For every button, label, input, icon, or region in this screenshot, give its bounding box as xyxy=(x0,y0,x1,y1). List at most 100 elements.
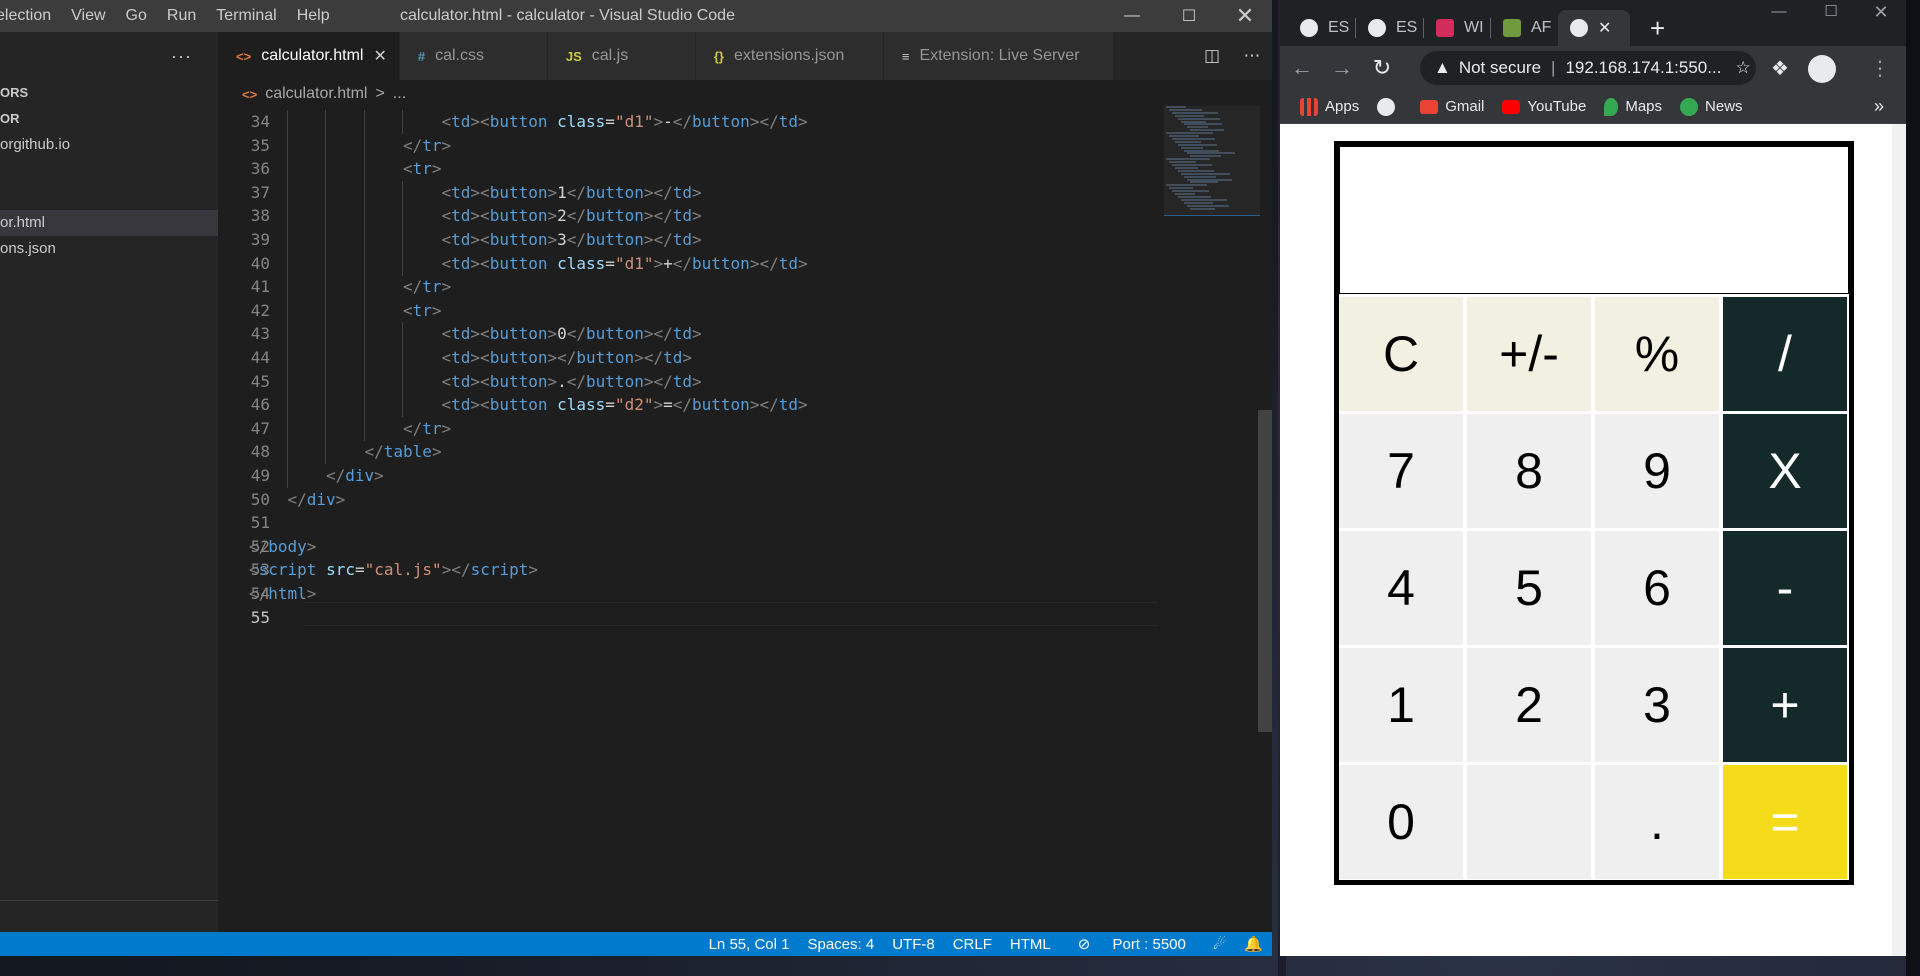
cursor-position[interactable]: Ln 55, Col 1 xyxy=(700,936,799,953)
address-bar[interactable]: ▲ Not secure | 192.168.174.1:550... ☆ xyxy=(1420,51,1756,85)
new-tab-button[interactable]: + xyxy=(1638,10,1678,46)
menu-selection[interactable]: election xyxy=(0,0,61,32)
calc-key[interactable]: C xyxy=(1339,297,1463,411)
calc-key[interactable] xyxy=(1467,765,1591,879)
explorer-item-folder[interactable]: orgithub.io xyxy=(0,132,218,158)
split-editor-icon[interactable]: ◫ xyxy=(1192,46,1232,66)
calc-key[interactable]: / xyxy=(1723,297,1847,411)
calc-key[interactable]: +/- xyxy=(1467,297,1591,411)
bookmark-youtube[interactable]: YouTube xyxy=(1502,98,1586,115)
url-text[interactable]: 192.168.174.1:550... xyxy=(1565,58,1721,78)
browser-tab[interactable]: AF xyxy=(1491,10,1553,46)
calc-key[interactable]: 6 xyxy=(1595,531,1719,645)
tab-live-server[interactable]: ≡ Extension: Live Server xyxy=(883,32,1114,80)
bookmark-news[interactable]: News xyxy=(1680,97,1743,116)
code-line[interactable]: 51 xyxy=(218,511,1158,535)
code-line[interactable]: 50 </div> xyxy=(218,488,1158,512)
avatar[interactable] xyxy=(1808,55,1836,83)
code-line[interactable]: 49 </div> xyxy=(218,464,1158,488)
minimap-viewport[interactable] xyxy=(1164,106,1260,216)
menu-view[interactable]: View xyxy=(61,0,115,32)
browser-tab[interactable]: ES xyxy=(1356,10,1418,46)
browser-tab[interactable]: ES xyxy=(1288,10,1350,46)
maximize-icon[interactable]: ☐ xyxy=(1166,0,1212,32)
tab-cal-js[interactable]: JS cal.js xyxy=(547,32,696,80)
code-line[interactable]: 54 </html> xyxy=(218,582,1158,606)
calc-key[interactable]: % xyxy=(1595,297,1719,411)
code-line[interactable]: 47 </tr> xyxy=(218,417,1158,441)
code-line[interactable]: 52 </body> xyxy=(218,535,1158,559)
code-line[interactable]: 53 <script src="cal.js"></script> xyxy=(218,558,1158,582)
notifications-icon[interactable]: 🔔 xyxy=(1235,935,1272,953)
explorer-item[interactable] xyxy=(0,158,218,184)
calc-key[interactable]: 8 xyxy=(1467,414,1591,528)
calc-key[interactable]: 2 xyxy=(1467,648,1591,762)
code-line[interactable]: 38 <td><button>2</button></td> xyxy=(218,204,1158,228)
more-bookmarks-icon[interactable]: » xyxy=(1874,96,1884,117)
indentation[interactable]: Spaces: 4 xyxy=(798,936,883,953)
editor-scrollbar[interactable] xyxy=(1258,410,1272,732)
more-actions-icon[interactable]: ⋯ xyxy=(1232,46,1272,66)
code-line[interactable]: 41 </tr> xyxy=(218,275,1158,299)
explorer-item[interactable] xyxy=(0,184,218,210)
calc-key[interactable]: 0 xyxy=(1339,765,1463,879)
encoding[interactable]: UTF-8 xyxy=(883,936,944,953)
code-line[interactable]: 39 <td><button>3</button></td> xyxy=(218,228,1158,252)
close-tab-icon[interactable]: ✕ xyxy=(1598,18,1611,38)
close-tab-icon[interactable]: ✕ xyxy=(373,46,386,66)
code-line[interactable]: 37 <td><button>1</button></td> xyxy=(218,181,1158,205)
minimize-icon[interactable]: — xyxy=(1756,0,1802,24)
code-line[interactable]: 34 <td><button class="d1">-</button></td> xyxy=(218,110,1158,134)
bookmark-maps[interactable]: Maps xyxy=(1604,97,1662,116)
reload-icon[interactable]: ↻ xyxy=(1362,55,1402,81)
code-line[interactable]: 55 xyxy=(218,606,1158,630)
calc-key[interactable]: = xyxy=(1723,765,1847,879)
breadcrumb-file[interactable]: calculator.html xyxy=(265,85,367,103)
line-ending[interactable]: CRLF xyxy=(944,936,1001,953)
menu-run[interactable]: Run xyxy=(157,0,206,32)
calc-key[interactable]: 9 xyxy=(1595,414,1719,528)
browser-tab-active[interactable]: ✕ xyxy=(1558,10,1630,46)
extensions-icon[interactable]: ❖ xyxy=(1760,56,1800,81)
forward-icon[interactable]: → xyxy=(1322,55,1362,81)
tab-cal-css[interactable]: # cal.css xyxy=(399,32,548,80)
security-label[interactable]: Not secure xyxy=(1459,58,1541,78)
calc-key[interactable]: 7 xyxy=(1339,414,1463,528)
bookmark-apps[interactable]: Apps xyxy=(1300,97,1359,116)
calc-key[interactable]: 3 xyxy=(1595,648,1719,762)
menu-icon[interactable]: ⋮ xyxy=(1860,56,1900,81)
calc-key[interactable]: 4 xyxy=(1339,531,1463,645)
calc-key[interactable]: - xyxy=(1723,531,1847,645)
folder-header[interactable]: OR xyxy=(0,106,218,132)
browser-tab[interactable]: WI xyxy=(1424,10,1486,46)
close-icon[interactable]: ✕ xyxy=(1858,0,1904,24)
code-line[interactable]: 35 </tr> xyxy=(218,134,1158,158)
star-icon[interactable]: ☆ xyxy=(1735,58,1750,78)
breadcrumb-more[interactable]: ... xyxy=(393,85,406,103)
maximize-icon[interactable]: ☐ xyxy=(1808,0,1854,24)
calc-key[interactable]: X xyxy=(1723,414,1847,528)
minimize-icon[interactable]: — xyxy=(1109,0,1155,32)
calc-key[interactable]: 5 xyxy=(1467,531,1591,645)
code-line[interactable]: 46 <td><button class="d2">=</button></td> xyxy=(218,393,1158,417)
menu-go[interactable]: Go xyxy=(116,0,157,32)
bookmark-gmail[interactable]: Gmail xyxy=(1420,98,1484,115)
code-line[interactable]: 40 <td><button class="d1">+</button></td> xyxy=(218,252,1158,276)
language-mode[interactable]: HTML xyxy=(1001,936,1060,953)
bookmark-globe[interactable] xyxy=(1377,97,1402,116)
code-line[interactable]: 42 <tr> xyxy=(218,299,1158,323)
code-line[interactable]: 43 <td><button>0</button></td> xyxy=(218,322,1158,346)
code-line[interactable]: 44 <td><button></button></td> xyxy=(218,346,1158,370)
code-line[interactable]: 45 <td><button>.</button></td> xyxy=(218,370,1158,394)
calc-key[interactable]: 1 xyxy=(1339,648,1463,762)
calc-key[interactable]: . xyxy=(1595,765,1719,879)
feedback-icon[interactable]: ☄ xyxy=(1204,935,1235,953)
tab-extensions-json[interactable]: {} extensions.json xyxy=(695,32,884,80)
explorer-item-calculator-html[interactable]: or.html xyxy=(0,210,218,236)
code-editor[interactable]: 34 <td><button class="d1">-</button></td>… xyxy=(218,106,1258,932)
explorer-item-extensions-json[interactable]: ons.json xyxy=(0,236,218,262)
page-scrollbar[interactable] xyxy=(1892,124,1906,956)
close-icon[interactable]: ✕ xyxy=(1222,0,1268,32)
calc-key[interactable]: + xyxy=(1723,648,1847,762)
live-server-port[interactable]: ⊘ Port : 5500 xyxy=(1060,935,1204,953)
